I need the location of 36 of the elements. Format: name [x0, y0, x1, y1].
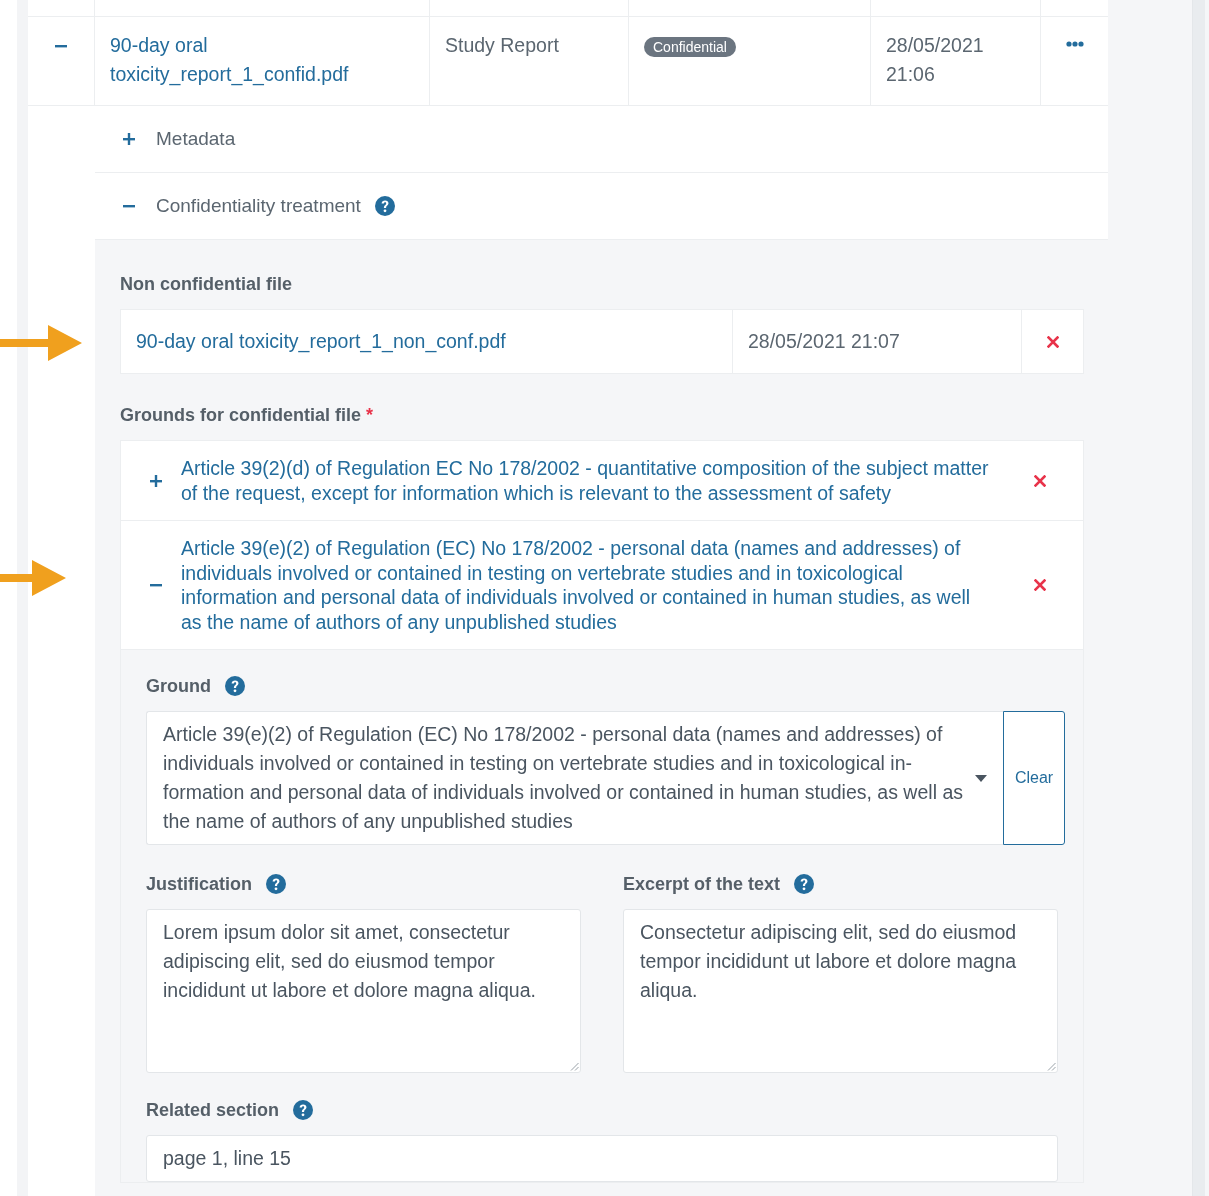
help-icon	[225, 676, 245, 696]
help-icon	[266, 874, 286, 894]
justification-field[interactable]: Lorem ipsum dolor sit amet, consectetur adipiscing elit, sed do eiusmod tempor incididunt ut labore et dolore magna aliqua.	[146, 909, 581, 1073]
section-title[interactable]: Metadata	[156, 128, 236, 150]
help-icon	[293, 1100, 314, 1120]
document-type: Study Report	[445, 34, 559, 56]
ground-select[interactable]: Article 39(e)(2) of Regulation (EC) No 178/2002 - personal data (names and addresses) of individuals involved or contained in testing on vertebrate studies and in toxicological in-formation and personal data of individuals involved or contained in human studies, as well as the name of authors of any unpublished studies	[146, 711, 1003, 845]
help-icon	[794, 874, 815, 894]
ground-link[interactable]: Article 39(e)(2) of Regulation (EC) No 178/2002 - personal data (names and addresses) of individuals involved or contained in testing on vertebrate studies and in toxicological information and personal data of individuals involved or contained in human studies, as well as the name of authors of any unpublished studies	[181, 536, 996, 634]
status-badge: Confidential	[644, 37, 736, 57]
arrow-icon	[0, 325, 82, 361]
ground-link[interactable]: Article 39(2)(d) of Regulation EC No 178/2002 - quantitative composition of the subject matter of the request, except for information which is relevant to the assessment of safety	[181, 456, 996, 505]
remove-icon[interactable]	[1033, 474, 1046, 487]
clear-button[interactable]: Clear	[1003, 711, 1065, 845]
upload-date: 28/05/2021 21:07	[748, 330, 900, 353]
remove-icon[interactable]	[1046, 335, 1059, 348]
section-heading: Non confidential file	[120, 273, 293, 295]
file-link[interactable]: 90-day oral toxicity_report_1_non_conf.pdf	[136, 330, 506, 353]
field-label: Excerpt of the text	[623, 873, 781, 895]
resize-handle-icon	[1047, 1062, 1056, 1071]
arrow-icon	[0, 560, 66, 596]
related-section-field[interactable]: page 1, line 15	[146, 1135, 1058, 1182]
field-label: Ground	[146, 675, 211, 697]
excerpt-field[interactable]: Consectetur adipiscing elit, sed do eiusmod tempor incididunt ut labore et dolore magna aliqua.	[623, 909, 1058, 1073]
expand-icon[interactable]	[122, 132, 136, 146]
section-title[interactable]: Confidentiality treatment	[156, 195, 361, 217]
caret-icon	[975, 774, 987, 782]
field-label: Related section	[146, 1099, 280, 1121]
remove-icon[interactable]	[1033, 579, 1046, 591]
more-icon[interactable]	[1065, 41, 1084, 47]
file-link[interactable]: 90-day oral toxicity_report_1_confid.pdf	[110, 31, 414, 89]
resize-handle-icon	[570, 1062, 579, 1071]
expand-icon[interactable]	[149, 473, 163, 488]
upload-date: 28/05/2021 21:06	[886, 34, 984, 85]
section-heading: Grounds for confidential file *	[120, 404, 375, 426]
field-label: Justification	[146, 873, 252, 895]
